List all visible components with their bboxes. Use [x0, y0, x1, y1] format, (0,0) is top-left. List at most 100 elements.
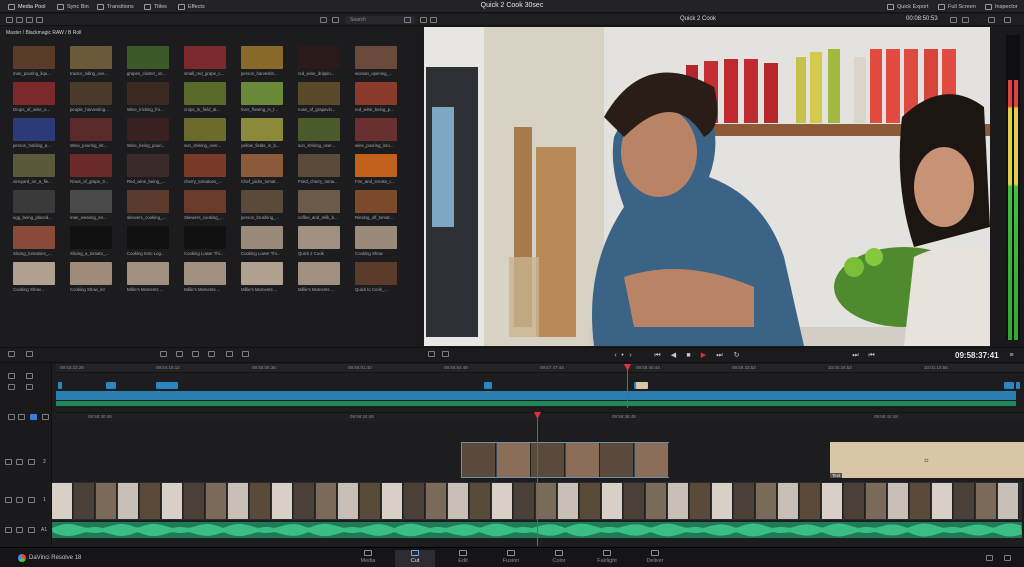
clip-thumbnail[interactable]: Red_wine_being_... — [127, 154, 169, 184]
viewer-image[interactable] — [424, 27, 990, 346]
clip-thumbnail[interactable]: Cooking Intro Log... — [127, 226, 169, 256]
list-view-icon[interactable] — [332, 17, 339, 23]
append-icon[interactable] — [176, 351, 183, 357]
jog-dot-icon[interactable]: • — [619, 352, 626, 359]
viewer-options-icon[interactable] — [950, 17, 957, 23]
smart-tools-icon[interactable] — [8, 351, 15, 357]
go-to-start-icon[interactable]: ⏮ — [654, 352, 661, 359]
clip-thumbnail[interactable]: Skewers_cooking_... — [184, 190, 226, 220]
clip-thumbnail[interactable]: Rows_of_grape_tr... — [70, 154, 112, 184]
clip-thumbnail[interactable]: rows_of_grapevin... — [298, 82, 340, 112]
prev-frame-icon[interactable]: ‹ — [612, 352, 619, 359]
viewer-settings-icon[interactable] — [442, 351, 449, 357]
clip-thumbnail[interactable]: Cooking Show — [355, 226, 397, 256]
viewer-layout-icon[interactable] — [428, 351, 435, 357]
breadcrumb[interactable]: Master / Blackmagic RAW / B Roll — [6, 30, 81, 36]
media-pool-button[interactable]: Media Pool — [8, 2, 46, 11]
clip-thumbnail[interactable]: Cooking Lower Thi... — [241, 226, 283, 256]
page-tab-fairlight[interactable]: Fairlight — [587, 550, 627, 564]
sort-icon[interactable] — [36, 17, 43, 23]
clip-marker[interactable] — [58, 382, 62, 389]
next-edit-icon[interactable]: ⏭ — [852, 352, 859, 359]
full-screen-button[interactable]: Full Screen — [938, 2, 976, 11]
eye-icon[interactable] — [16, 497, 23, 503]
clip-thumbnail[interactable]: small_red_grape_c... — [184, 46, 226, 76]
titles-button[interactable]: Titles — [144, 2, 167, 11]
prev-edit-icon[interactable]: ⏮ — [868, 352, 875, 359]
home-icon[interactable] — [986, 555, 993, 561]
speaker-icon[interactable] — [16, 527, 23, 533]
clip-thumbnail[interactable]: Slicing_a_tomato_... — [70, 226, 112, 256]
page-tab-media[interactable]: Media — [348, 550, 388, 564]
clip-marker[interactable] — [636, 382, 648, 389]
page-tab-color[interactable]: Color — [539, 550, 579, 564]
clip-marker[interactable] — [1004, 382, 1014, 389]
clip-thumbnail[interactable]: skewers_cooking_... — [127, 190, 169, 220]
lock-icon[interactable] — [5, 497, 12, 503]
viewer-clip-name[interactable]: Quick 2 Cook — [680, 16, 716, 22]
clip-thumbnail[interactable]: Chef_picks_tomat... — [241, 154, 283, 184]
clip-thumbnail[interactable]: person_brushing_... — [241, 190, 283, 220]
page-tab-fusion[interactable]: Fusion — [491, 550, 531, 564]
clip-thumbnail[interactable]: Wine_tricking_fro... — [127, 82, 169, 112]
ripple-overwrite-icon[interactable] — [192, 351, 199, 357]
overlay-icon[interactable] — [962, 17, 969, 23]
clip-thumbnail[interactable]: Millie's Moments ... — [127, 262, 169, 292]
page-tab-deliver[interactable]: Deliver — [635, 550, 675, 564]
page-tab-edit[interactable]: Edit — [443, 550, 483, 564]
marker-icon[interactable] — [42, 414, 49, 420]
clip-thumbnail[interactable]: yellow_fields_in_b... — [241, 118, 283, 148]
solo-icon[interactable] — [28, 527, 35, 533]
audio-meter-icon[interactable] — [988, 17, 995, 23]
clip-thumbnail[interactable]: Slicing_tomatoes_... — [13, 226, 55, 256]
clip-thumbnail[interactable]: man_wearing_an... — [70, 190, 112, 220]
clip-thumbnail[interactable]: coffee_and_milk_b... — [298, 190, 340, 220]
next-frame-icon[interactable]: › — [627, 352, 634, 359]
viewer-mode-icon[interactable] — [430, 17, 437, 23]
zoom-icon[interactable] — [26, 373, 33, 379]
clip-thumbnail[interactable]: Wine_pouring_int... — [70, 118, 112, 148]
sort-options-icon[interactable] — [404, 17, 411, 23]
snap-icon[interactable] — [8, 414, 15, 420]
clip-thumbnail[interactable]: Millie's Moments ... — [184, 262, 226, 292]
clip-thumbnail[interactable]: Fire_and_smoke_c... — [355, 154, 397, 184]
lock-icon[interactable] — [5, 459, 12, 465]
upper-timeline-ruler[interactable]: 09:53:22:28 09:54:15:12 09:55:08:36 09:56:0… — [56, 364, 1024, 373]
thumbnail-view-icon[interactable] — [320, 17, 327, 23]
flag-icon[interactable] — [30, 414, 37, 420]
clip-thumbnail[interactable]: Millie's Moments ... — [241, 262, 283, 292]
clip-thumbnail[interactable]: Quick 2 Cook — [298, 226, 340, 256]
clip-thumbnail[interactable]: red_wine_drippin... — [298, 46, 340, 76]
link-icon[interactable] — [18, 414, 25, 420]
clip-thumbnail[interactable]: Fried_cherry_toma... — [298, 154, 340, 184]
inspector-button[interactable]: Inspector — [985, 2, 1018, 11]
settings-gear-icon[interactable] — [1004, 555, 1011, 561]
close-up-icon[interactable] — [208, 351, 215, 357]
monitor-icon[interactable] — [28, 459, 35, 465]
v2-clip[interactable] — [461, 442, 669, 478]
effects-button[interactable]: Effects — [178, 2, 205, 11]
clip-thumbnail[interactable]: Cooking Show_int — [70, 262, 112, 292]
import-icon[interactable] — [16, 17, 23, 23]
play-reverse-icon[interactable]: ◀ — [670, 352, 677, 359]
audio-track-icon[interactable] — [8, 384, 15, 390]
lower-playhead[interactable] — [537, 412, 538, 546]
clip-thumbnail[interactable]: wine_pouring_into... — [355, 118, 397, 148]
clip-thumbnail[interactable]: Cooking Show... — [13, 262, 55, 292]
clip-thumbnail[interactable]: Drops_of_wine_o... — [13, 82, 55, 112]
stop-icon[interactable]: ■ — [685, 352, 692, 359]
transitions-button[interactable]: Transitions — [97, 2, 134, 11]
clip-marker[interactable] — [1016, 382, 1020, 389]
clip-thumbnail[interactable]: egg_being_placed... — [13, 190, 55, 220]
clip-thumbnail[interactable]: Quick to Cook_... — [355, 262, 397, 292]
source-overwrite-icon[interactable] — [242, 351, 249, 357]
video-track-icon[interactable] — [26, 384, 33, 390]
more-options-icon[interactable] — [1004, 17, 1011, 23]
loop-icon[interactable]: ↻ — [733, 352, 740, 359]
clip-thumbnail[interactable]: river_flowing_in_f... — [241, 82, 283, 112]
clip-thumbnail[interactable]: person_harvestin... — [241, 46, 283, 76]
clip-marker[interactable] — [484, 382, 492, 389]
eye-icon[interactable] — [16, 459, 23, 465]
clip-thumbnail[interactable]: cherry_tomatoes_... — [184, 154, 226, 184]
clip-thumbnail[interactable]: sun_shining_over... — [184, 118, 226, 148]
